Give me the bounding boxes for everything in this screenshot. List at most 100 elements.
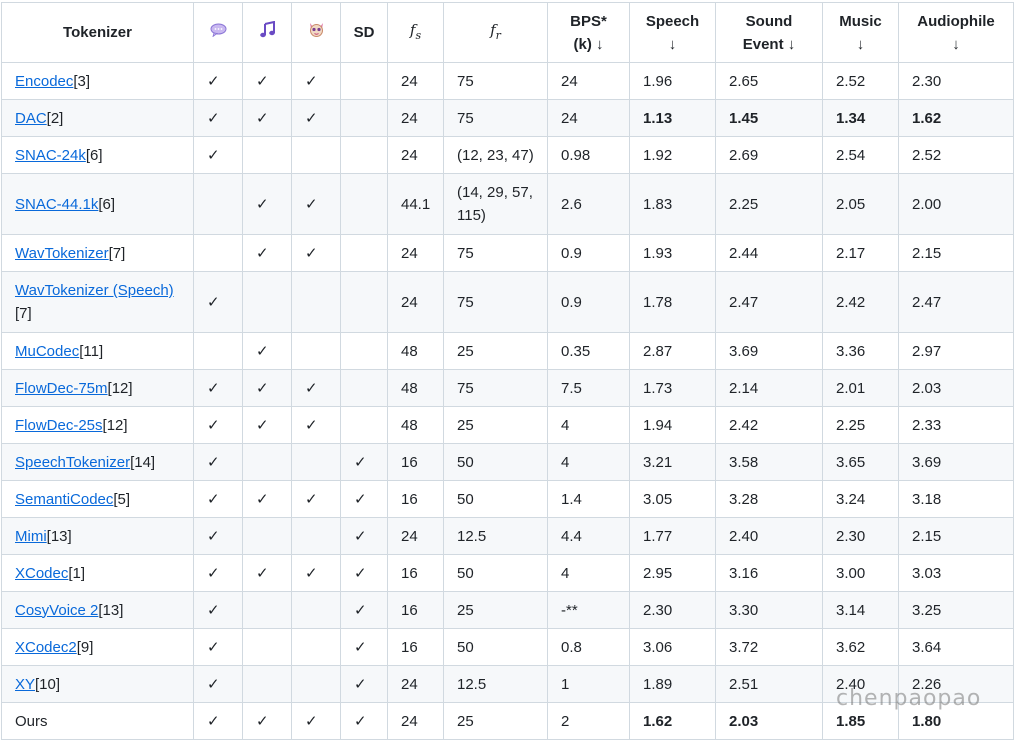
header-row: Tokenizer SD fs fr BPS* (k) ↓ Speech ↓ S… bbox=[1, 2, 1014, 63]
sd-support-cell bbox=[340, 99, 388, 137]
audiophile-score-cell: 2.03 bbox=[898, 369, 1014, 407]
header-bps-line1: BPS* bbox=[570, 12, 607, 30]
header-music-line2: ↓ bbox=[856, 35, 865, 53]
music-support-cell bbox=[242, 136, 292, 174]
reference-label: [5] bbox=[113, 490, 131, 508]
bps-cell: 0.9 bbox=[547, 234, 630, 272]
speech-support-cell: ✓ bbox=[193, 702, 243, 740]
tokenizer-link[interactable]: XCodec bbox=[15, 565, 68, 582]
tokenizer-link[interactable]: Mimi bbox=[15, 528, 47, 545]
fs-cell: 24 bbox=[387, 517, 444, 555]
tokenizer-link[interactable]: WavTokenizer bbox=[15, 245, 109, 262]
table-row: XCodec[1] ✓ ✓ ✓ ✓ 16 50 4 2.95 3.16 3.00 3.03 bbox=[1, 554, 1014, 592]
sd-support-cell bbox=[340, 234, 388, 272]
tokenizer-name-cell: FlowDec-75m[12] bbox=[1, 369, 194, 407]
speech-score-cell: 1.92 bbox=[629, 136, 716, 174]
speech-support-cell: ✓ bbox=[193, 591, 243, 629]
audiophile-score-cell: 3.69 bbox=[898, 443, 1014, 481]
fs-cell: 24 bbox=[387, 271, 444, 333]
music-support-cell: ✓ bbox=[242, 99, 292, 137]
tokenizer-link[interactable]: DAC bbox=[15, 110, 47, 127]
music-score-cell: 1.34 bbox=[822, 99, 899, 137]
general-audio-support-cell: ✓ bbox=[291, 480, 341, 518]
tokenizer-link[interactable]: XCodec2 bbox=[15, 639, 77, 656]
bps-cell: 2.6 bbox=[547, 173, 630, 235]
music-support-cell bbox=[242, 517, 292, 555]
tokenizer-link[interactable]: SemantiCodec bbox=[15, 491, 113, 508]
fr-cell: 12.5 bbox=[443, 517, 548, 555]
audiophile-score-cell: 3.25 bbox=[898, 591, 1014, 629]
bps-cell: 7.5 bbox=[547, 369, 630, 407]
speech-score-cell: 1.96 bbox=[629, 62, 716, 100]
header-speech-metric: Speech ↓ bbox=[629, 2, 716, 63]
fs-cell: 24 bbox=[387, 62, 444, 100]
tokenizer-link[interactable]: CosyVoice 2 bbox=[15, 602, 98, 619]
bps-cell: 24 bbox=[547, 99, 630, 137]
bps-cell: 1.4 bbox=[547, 480, 630, 518]
tokenizer-link[interactable]: SNAC-44.1k bbox=[15, 196, 98, 213]
reference-label: [3] bbox=[73, 72, 91, 90]
tokenizer-link[interactable]: Encodec bbox=[15, 73, 73, 90]
tokenizer-link: Ours bbox=[15, 712, 48, 730]
sd-support-cell bbox=[340, 332, 388, 370]
audiophile-score-cell: 2.97 bbox=[898, 332, 1014, 370]
sd-support-cell bbox=[340, 136, 388, 174]
table-row: XY[10] ✓ ✓ 24 12.5 1 1.89 2.51 2.40 2.26 bbox=[1, 665, 1014, 703]
sd-support-cell: ✓ bbox=[340, 554, 388, 592]
sound-event-score-cell: 2.14 bbox=[715, 369, 823, 407]
music-score-cell: 2.17 bbox=[822, 234, 899, 272]
fs-cell: 24 bbox=[387, 665, 444, 703]
fr-cell: 75 bbox=[443, 62, 548, 100]
tokenizer-name-cell: SNAC-44.1k[6] bbox=[1, 173, 194, 235]
general-audio-support-cell: ✓ bbox=[291, 702, 341, 740]
tokenizer-link[interactable]: FlowDec-75m bbox=[15, 380, 108, 397]
fs-cell: 24 bbox=[387, 99, 444, 137]
table-row: Encodec[3] ✓ ✓ ✓ 24 75 24 1.96 2.65 2.52 2.30 bbox=[1, 62, 1014, 100]
sd-support-cell: ✓ bbox=[340, 628, 388, 666]
reference-label: [10] bbox=[35, 675, 61, 693]
sd-support-cell: ✓ bbox=[340, 665, 388, 703]
tokenizer-name-cell: Encodec[3] bbox=[1, 62, 194, 100]
speech-score-cell: 3.21 bbox=[629, 443, 716, 481]
audiophile-score-cell: 2.30 bbox=[898, 62, 1014, 100]
tokenizer-link[interactable]: WavTokenizer (Speech) bbox=[15, 282, 174, 299]
tokenizer-name-cell: Ours bbox=[1, 702, 194, 740]
sd-support-cell bbox=[340, 62, 388, 100]
bps-cell: 0.35 bbox=[547, 332, 630, 370]
bps-cell: -** bbox=[547, 591, 630, 629]
speech-support-cell bbox=[193, 332, 243, 370]
header-speech-line2: ↓ bbox=[668, 35, 677, 53]
reference-label: [6] bbox=[85, 146, 103, 164]
header-sound-line2: Event ↓ bbox=[742, 35, 796, 53]
tokenizer-link[interactable]: SpeechTokenizer bbox=[15, 454, 130, 471]
speech-support-cell: ✓ bbox=[193, 517, 243, 555]
tokenizer-link[interactable]: MuCodec bbox=[15, 343, 79, 360]
header-fs-subscript: s bbox=[415, 28, 422, 42]
sound-event-score-cell: 2.51 bbox=[715, 665, 823, 703]
general-audio-support-cell bbox=[291, 517, 341, 555]
reference-label: [6] bbox=[98, 195, 116, 213]
music-score-cell: 2.05 bbox=[822, 173, 899, 235]
general-audio-support-cell: ✓ bbox=[291, 173, 341, 235]
speech-support-cell bbox=[193, 234, 243, 272]
table-row: MuCodec[11] ✓ 48 25 0.35 2.87 3.69 3.36 2.97 bbox=[1, 332, 1014, 370]
speech-score-cell: 3.06 bbox=[629, 628, 716, 666]
tokenizer-link[interactable]: SNAC-24k bbox=[15, 147, 86, 164]
music-support-cell: ✓ bbox=[242, 554, 292, 592]
tokenizer-link[interactable]: FlowDec-25s bbox=[15, 417, 103, 434]
audiophile-score-cell: 2.33 bbox=[898, 406, 1014, 444]
audiophile-score-cell: 3.03 bbox=[898, 554, 1014, 592]
speech-support-cell: ✓ bbox=[193, 554, 243, 592]
table-row: FlowDec-25s[12] ✓ ✓ ✓ 48 25 4 1.94 2.42 2.25 2.33 bbox=[1, 406, 1014, 444]
sd-support-cell: ✓ bbox=[340, 702, 388, 740]
tokenizer-name-cell: WavTokenizer (Speech) [7] bbox=[1, 271, 194, 333]
tokenizer-link[interactable]: XY bbox=[15, 676, 35, 693]
reference-label: [12] bbox=[102, 416, 128, 434]
sound-event-score-cell: 2.69 bbox=[715, 136, 823, 174]
general-audio-support-cell bbox=[291, 271, 341, 333]
music-support-cell: ✓ bbox=[242, 62, 292, 100]
music-support-cell: ✓ bbox=[242, 234, 292, 272]
table-row: SemantiCodec[5] ✓ ✓ ✓ ✓ 16 50 1.4 3.05 3.28 3.24 3.… bbox=[1, 480, 1014, 518]
speech-support-cell: ✓ bbox=[193, 443, 243, 481]
fr-cell: 50 bbox=[443, 443, 548, 481]
